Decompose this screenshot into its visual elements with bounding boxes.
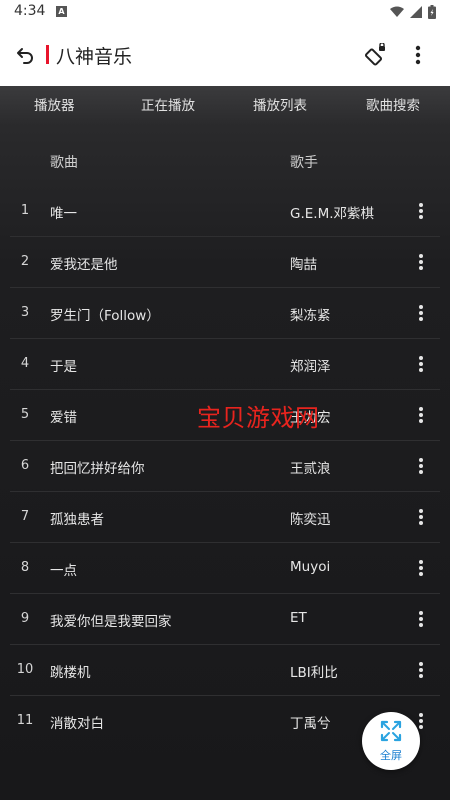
app-bar: 八神音乐 [0,24,450,86]
back-button[interactable] [12,41,40,69]
more-vertical-icon [415,45,421,65]
wifi-icon [390,6,404,17]
notification-icon: A [56,6,67,17]
song-more-button[interactable] [410,658,432,682]
more-vertical-icon [419,254,423,270]
screen-rotate-icon [364,43,385,66]
artist-column-header: 歌手 [290,155,318,171]
song-more-button[interactable] [410,301,432,325]
song-number: 3 [20,305,30,320]
battery-icon [428,5,436,19]
song-row[interactable]: 1 唯一 G.E.M.邓紫棋 [0,186,450,237]
song-title: 孤独患者 [50,512,104,528]
song-number: 6 [20,458,30,473]
more-vertical-icon [419,713,423,729]
status-time: 4:34 [14,3,46,19]
more-vertical-icon [419,356,423,372]
song-title: 消散对白 [50,716,104,732]
song-row[interactable]: 8 一点 Muyoi [0,543,450,594]
more-vertical-icon [419,458,423,474]
fullscreen-icon [380,720,402,742]
song-artist: 梨冻紧 [290,308,331,324]
more-options-button[interactable] [404,41,432,69]
song-number: 2 [20,254,30,269]
song-artist: 丁禹兮 [290,716,331,732]
song-number: 11 [16,713,34,728]
song-row[interactable]: 7 孤独患者 陈奕迅 [0,492,450,543]
song-row[interactable]: 3 罗生门（Follow） 梨冻紧 [0,288,450,339]
song-title: 一点 [50,563,77,579]
song-number: 10 [16,662,34,677]
song-title: 我爱你但是我要回家 [50,614,172,630]
song-artist: 陈奕迅 [290,512,331,528]
song-number: 1 [20,203,30,218]
song-artist: LBI利比 [290,665,338,681]
tab-song-search[interactable]: 歌曲搜索 [366,94,420,114]
song-title: 于是 [50,359,77,375]
song-row[interactable]: 9 我爱你但是我要回家 ET [0,594,450,645]
song-more-button[interactable] [410,454,432,478]
song-number: 7 [20,509,30,524]
more-vertical-icon [419,407,423,423]
more-vertical-icon [419,662,423,678]
song-more-button[interactable] [410,352,432,376]
song-title: 唯一 [50,206,77,222]
app-title: 八神音乐 [56,46,133,68]
song-number: 4 [20,356,30,371]
status-bar: 4:34 A [0,0,450,24]
song-artist: ET [290,610,307,626]
song-artist: 郑润泽 [290,359,331,375]
song-title: 爱错 [50,410,77,426]
more-vertical-icon [419,509,423,525]
more-vertical-icon [419,560,423,576]
song-title: 把回忆拼好给你 [50,461,145,477]
song-row[interactable]: 2 爱我还是他 陶喆 [0,237,450,288]
title-accent-bar [46,45,49,64]
fullscreen-label: 全屏 [380,749,402,762]
song-number: 9 [20,611,30,626]
main-content: 播放器 正在播放 播放列表 歌曲搜索 歌曲 歌手 1 唯一 G.E.M.邓紫棋 … [0,86,450,800]
song-number: 5 [20,407,30,422]
song-title: 罗生门（Follow） [50,308,160,324]
more-vertical-icon [419,203,423,219]
signal-icon [410,6,422,18]
status-icons [390,5,436,19]
fullscreen-button[interactable]: 全屏 [362,712,420,770]
song-row[interactable]: 4 于是 郑润泽 [0,339,450,390]
song-row[interactable]: 6 把回忆拼好给你 王贰浪 [0,441,450,492]
song-artist: Muyoi [290,559,331,575]
song-artist: 王贰浪 [290,461,331,477]
screen-rotate-button[interactable] [362,41,390,69]
song-more-button[interactable] [410,250,432,274]
song-more-button[interactable] [410,556,432,580]
more-vertical-icon [419,611,423,627]
song-more-button[interactable] [410,607,432,631]
tab-now-playing[interactable]: 正在播放 [141,94,195,114]
more-vertical-icon [419,305,423,321]
song-row[interactable]: 10 跳楼机 LBI利比 [0,645,450,696]
tab-playlist[interactable]: 播放列表 [253,94,307,114]
song-number: 8 [20,560,30,575]
back-icon [17,48,33,64]
list-header: 歌曲 歌手 [0,150,450,172]
song-artist: G.E.M.邓紫棋 [290,206,375,222]
song-more-button[interactable] [410,199,432,223]
watermark: 宝贝游戏网 [197,404,320,432]
song-title: 跳楼机 [50,665,91,681]
song-column-header: 歌曲 [50,155,78,171]
song-more-button[interactable] [410,403,432,427]
tab-bar: 播放器 正在播放 播放列表 歌曲搜索 [0,86,450,120]
song-more-button[interactable] [410,505,432,529]
song-artist: 陶喆 [290,257,317,273]
tab-player[interactable]: 播放器 [34,94,75,114]
song-title: 爱我还是他 [50,257,118,273]
